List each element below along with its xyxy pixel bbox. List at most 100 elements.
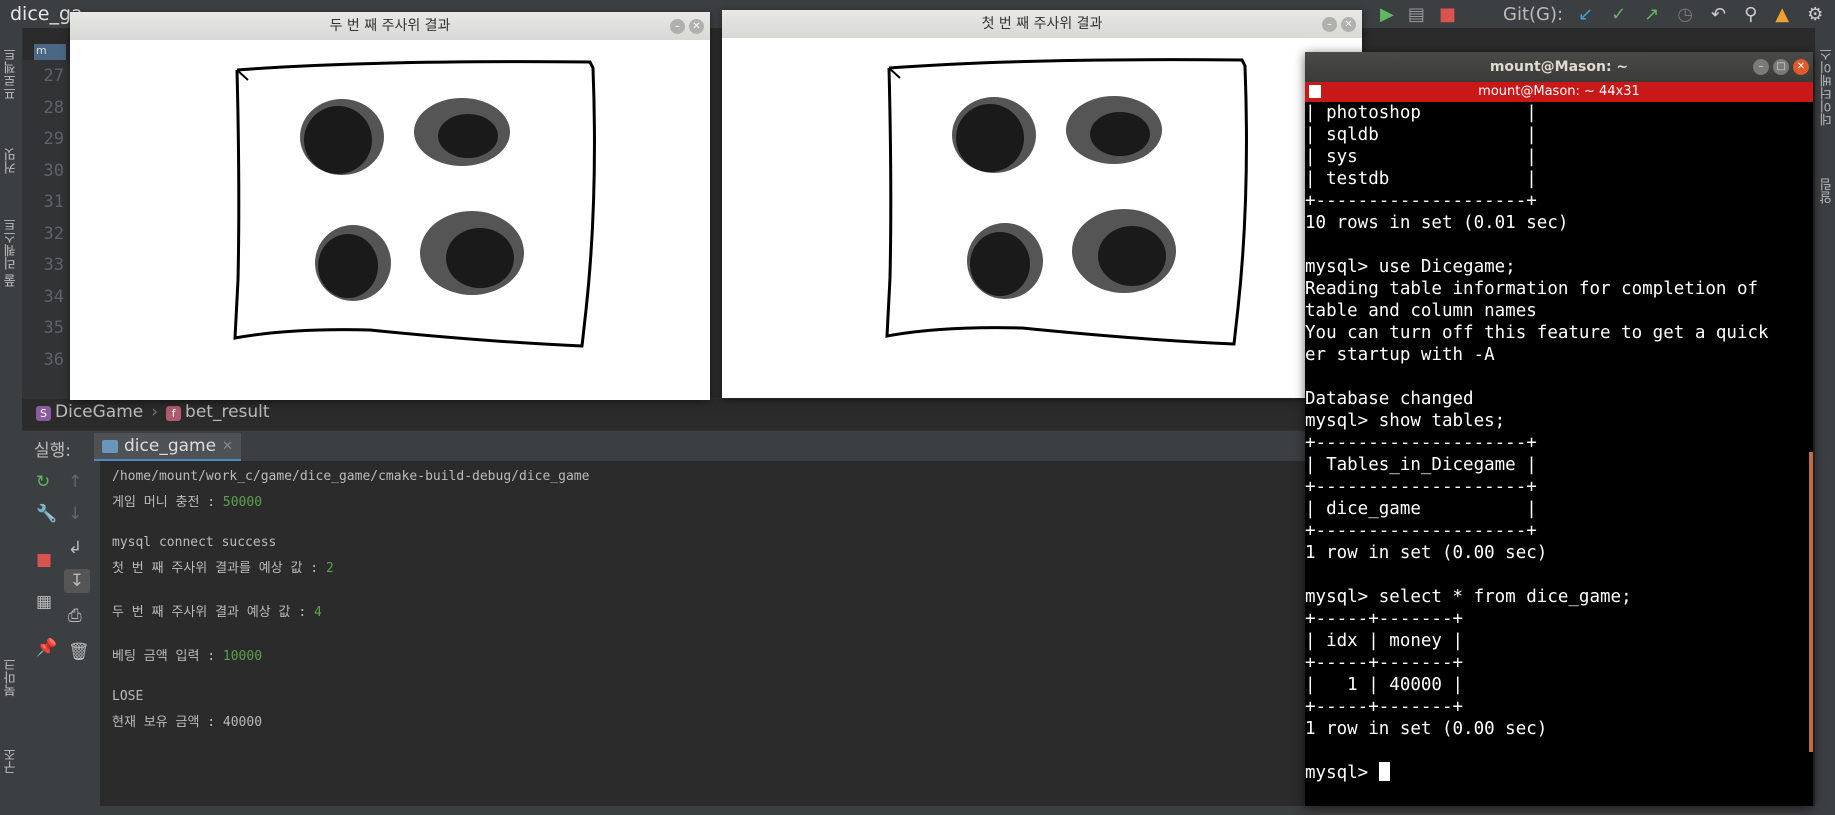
minimize-icon[interactable]: – <box>1322 17 1337 32</box>
struct-icon: S <box>36 406 51 421</box>
soft-wrap-icon[interactable]: ↲ <box>68 539 82 557</box>
layout-icon[interactable]: ▦ <box>36 593 52 611</box>
git-update-icon[interactable]: ↙ <box>1578 4 1593 25</box>
stop-icon[interactable]: ■ <box>1439 4 1456 25</box>
terminal-line: | sqldb | <box>1305 125 1537 145</box>
console-user-input: 10000 <box>222 649 263 664</box>
git-history-icon[interactable]: ◷ <box>1677 4 1693 25</box>
terminal-line: Database changed <box>1305 389 1474 409</box>
breadcrumb-function[interactable]: f bet_result <box>166 402 270 422</box>
chevron-right-icon: › <box>151 402 159 422</box>
commit-panel-tab[interactable]: 커밋 <box>2 148 21 174</box>
structure-panel-tab[interactable]: 구조 <box>2 748 21 774</box>
terminal-line: +-----+-------+ <box>1305 653 1464 673</box>
file-tab-icon[interactable]: m <box>34 44 66 60</box>
attach-icon[interactable]: ▤ <box>1408 4 1425 25</box>
rollback-icon[interactable]: ↶ <box>1711 4 1726 25</box>
dice-window-first[interactable]: 첫 번 째 주사위 결과 – ✕ <box>722 10 1362 398</box>
terminal-line: | dice_game | <box>1305 499 1537 519</box>
dice-window-second[interactable]: 두 번 째 주사위 결과 – ✕ <box>70 12 710 400</box>
settings-icon[interactable]: ⚙ <box>1807 4 1823 25</box>
close-icon[interactable]: ✕ <box>1341 17 1356 32</box>
line-number: 31 <box>43 192 64 212</box>
line-number: 35 <box>43 318 64 338</box>
run-toolbar: ▶ ▤ ■ <box>1380 4 1456 25</box>
stop-icon[interactable]: ■ <box>36 551 52 569</box>
git-commit-icon[interactable]: ✓ <box>1611 4 1626 25</box>
window-controls: – ✕ <box>1322 17 1356 32</box>
git-push-icon[interactable]: ↗ <box>1644 4 1659 25</box>
terminal-line: +--------------------+ <box>1305 521 1537 541</box>
trash-icon[interactable]: 🗑 <box>68 643 90 661</box>
rerun-icon[interactable]: ↻ <box>36 473 50 491</box>
line-number: 33 <box>43 255 64 275</box>
update-icon[interactable]: ▲ <box>1775 4 1789 25</box>
maximize-icon[interactable]: □ <box>1773 59 1789 75</box>
terminal-line: | Tables_in_Dicegame | <box>1305 455 1537 475</box>
pull-request-panel-tab[interactable]: 풀 리퀘스트 <box>2 218 21 287</box>
terminal-window[interactable]: mount@Mason: ~ – □ ✕ mount@Mason: ~ 44x3… <box>1305 52 1813 806</box>
terminal-output[interactable]: | photoshop | | sqldb | | sys | | testdb | +… <box>1305 102 1805 806</box>
terminal-prompt-line[interactable]: mysql> <box>1305 762 1805 784</box>
line-number: 29 <box>43 129 64 149</box>
run-console-output[interactable]: /home/mount/work_c/game/dice_game/cmake-… <box>100 461 1305 806</box>
terminal-tab-icon <box>1309 85 1321 98</box>
terminal-prompt: mysql> <box>1305 763 1379 783</box>
minimize-icon[interactable]: – <box>1753 59 1769 75</box>
toolbar-right-icons: ↙ ✓ ↗ ◷ ↶ ⚲ ▲ ⚙ <box>1578 4 1823 25</box>
function-icon: f <box>166 406 182 421</box>
console-line-text: 현재 보유 금액 : 40000 <box>112 715 263 730</box>
window-title[interactable]: 두 번 째 주사위 결과 <box>70 12 710 40</box>
console-line-text: /home/mount/work_c/game/dice_game/cmake-… <box>112 469 590 484</box>
run-with-coverage-icon[interactable]: ▶ <box>1380 4 1394 25</box>
terminal-line: | testdb | <box>1305 169 1537 189</box>
terminal-title[interactable]: mount@Mason: ~ <box>1305 52 1813 82</box>
print-icon[interactable]: ⎙ <box>68 607 82 625</box>
window-controls: – ✕ <box>670 19 704 34</box>
run-tab-dice-game[interactable]: dice_game ✕ <box>94 433 241 461</box>
close-icon[interactable]: ✕ <box>689 19 704 34</box>
terminal-line: 10 rows in set (0.01 sec) <box>1305 213 1569 233</box>
bookmarks-panel-tab[interactable]: 북마크 <box>2 658 21 697</box>
window-title[interactable]: 첫 번 째 주사위 결과 <box>722 10 1362 38</box>
arrow-down-icon[interactable]: ↓ <box>68 505 82 523</box>
terminal-line: +-----+-------+ <box>1305 697 1464 717</box>
breadcrumb-struct[interactable]: S DiceGame <box>36 402 143 422</box>
scroll-to-end-icon[interactable]: ↧ <box>64 569 90 593</box>
minimize-icon[interactable]: – <box>670 19 685 34</box>
console-line: 첫 번 째 주사위 결과를 예상 값 : 2 <box>112 557 334 576</box>
project-panel-tab[interactable]: 프로젝트 <box>2 48 21 100</box>
console-line: mysql connect success <box>112 535 276 550</box>
terminal-line: 1 row in set (0.00 sec) <box>1305 543 1548 563</box>
git-menu-label[interactable]: Git(G): <box>1503 4 1563 25</box>
console-user-input: 50000 <box>222 495 263 510</box>
terminal-line: mysql> show tables; <box>1305 411 1506 431</box>
dice-image-second <box>233 60 596 348</box>
console-line-text: 첫 번 째 주사위 결과를 예상 값 : <box>112 561 326 576</box>
status-bar <box>0 806 1835 815</box>
console-line: 베팅 금액 입력 : 10000 <box>112 645 262 664</box>
terminal-tab-title: mount@Mason: ~ 44x31 <box>1478 84 1640 99</box>
terminal-line: +--------------------+ <box>1305 477 1537 497</box>
search-icon[interactable]: ⚲ <box>1744 4 1757 25</box>
terminal-line: mysql> use Dicegame; <box>1305 257 1516 277</box>
database-panel-tab[interactable]: 데이터베이스 <box>1818 48 1835 126</box>
dice-image-first <box>885 58 1248 346</box>
console-line: 게임 머니 충전 : 50000 <box>112 491 262 510</box>
terminal-line: +--------------------+ <box>1305 433 1537 453</box>
pin-icon[interactable]: 📌 <box>36 639 57 657</box>
wrench-icon[interactable]: 🔧 <box>36 505 57 523</box>
notifications-panel-tab[interactable]: 알림 <box>1818 178 1835 204</box>
terminal-line: | photoshop | <box>1305 103 1537 123</box>
arrow-up-icon[interactable]: ↑ <box>68 473 82 491</box>
close-icon[interactable]: ✕ <box>1793 59 1809 75</box>
terminal-line: | sys | <box>1305 147 1537 167</box>
close-icon[interactable]: ✕ <box>222 439 233 454</box>
console-user-input: 4 <box>314 605 322 620</box>
terminal-tab[interactable]: mount@Mason: ~ 44x31 <box>1305 82 1813 102</box>
run-panel-header: 실행: dice_game ✕ <box>22 430 1305 461</box>
terminal-scrollbar[interactable] <box>1809 452 1813 752</box>
console-line-text: mysql connect success <box>112 535 277 550</box>
